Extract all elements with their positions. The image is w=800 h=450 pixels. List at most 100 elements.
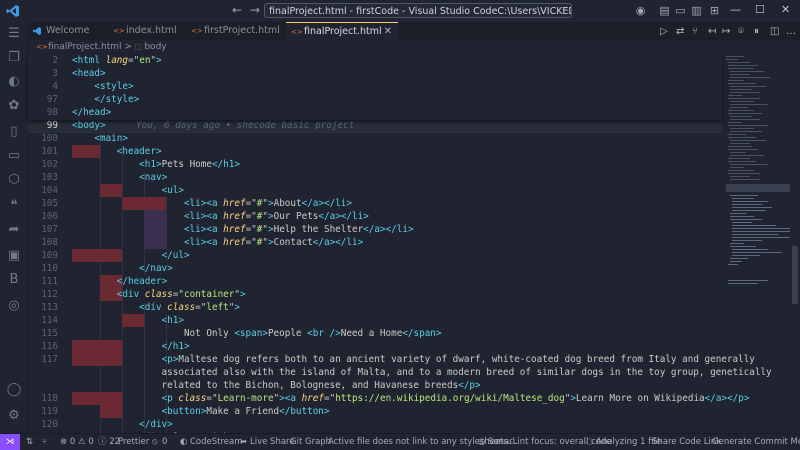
ports-icon[interactable]: ⦸ — [152, 434, 158, 450]
code-line[interactable]: 115 Not Only <span>People <br />Need a H… — [28, 327, 722, 340]
book-icon[interactable]: ▣ — [6, 248, 22, 264]
code-text: <li><a href="#">Our Pets</a></li> — [183, 211, 369, 222]
nav-forward-button[interactable]: → — [250, 3, 260, 17]
breadcrumb-separator: > — [124, 42, 132, 52]
code-line[interactable]: 109 </ul> — [28, 249, 722, 262]
code-line[interactable]: 112 <div class="container"> — [28, 288, 722, 301]
pause-icon[interactable]: ⏸ — [754, 26, 759, 37]
code-line[interactable]: 114 <h1> — [28, 314, 722, 327]
code-text: </style> — [94, 94, 140, 105]
code-line[interactable]: 101 <header> — [28, 145, 722, 158]
breadcrumb: <> finalProject.html > ⬚ body — [28, 40, 728, 54]
code-line[interactable]: 102 <h1>Pets Home</h1> — [28, 158, 722, 171]
sonarlint-icon[interactable]: ◎ — [6, 298, 22, 314]
sticky-line[interactable]: 97 </style> — [28, 93, 722, 106]
code-line[interactable]: 103 <nav> — [28, 171, 722, 184]
explorer-icon[interactable]: ❐ — [6, 50, 22, 66]
git-graph-status[interactable]: Git Graph — [290, 434, 331, 450]
sticky-line[interactable]: 98 </head> — [28, 106, 722, 119]
code-line[interactable]: 107 <li><a href="#">Help the Shelter</a>… — [28, 223, 722, 236]
nav-back-button[interactable]: ← — [232, 3, 242, 17]
toggle-sidebar-icon[interactable]: ▤ — [658, 4, 671, 17]
menu-icon[interactable]: ☰ — [6, 26, 22, 42]
minimap[interactable] — [722, 54, 790, 433]
code-line[interactable]: 106 <li><a href="#">Our Pets</a></li> — [28, 210, 722, 223]
generate-commit-message[interactable]: Generate Commit Message — [712, 434, 800, 450]
code-line[interactable]: 104 <ul> — [28, 184, 722, 197]
account-icon[interactable]: ◯ — [6, 382, 22, 398]
vertical-scrollbar[interactable] — [790, 54, 800, 433]
line-number: 103 — [41, 172, 58, 183]
bootstrap-icon[interactable]: B — [6, 272, 22, 288]
code-line[interactable]: 99 <body> You, 6 days ago • shecode basic … — [28, 119, 722, 132]
more-actions-icon[interactable]: … — [786, 26, 796, 37]
code-text: <body> — [72, 120, 106, 131]
ports-count[interactable]: 0 — [162, 434, 167, 450]
code-text: </div> — [139, 419, 173, 430]
remote-indicator-button[interactable]: ⋊ — [0, 434, 20, 450]
sync-icon[interactable]: ⇅ — [26, 434, 33, 450]
codestream-icon[interactable]: ◐ — [6, 74, 22, 90]
share-code-link[interactable]: Share Code Link — [652, 434, 721, 450]
cube-icon[interactable]: ⬡ — [6, 172, 22, 188]
code-line[interactable]: 111 </header> — [28, 275, 722, 288]
tab-welcome[interactable]: Welcome — [28, 22, 108, 40]
command-center-search[interactable]: finalProject.html - firstCode - Visual S… — [264, 3, 572, 18]
code-line[interactable]: 116 </h1> — [28, 340, 722, 353]
code-line[interactable]: 117 <p>Maltese dog refers both to an anc… — [28, 353, 755, 366]
tab-finalproject-html[interactable]: <> finalProject.html ✕ — [286, 22, 398, 40]
tab-firstproject-html[interactable]: <> firstProject.html — [186, 22, 286, 40]
errors-count[interactable]: ⊗ 0 — [60, 434, 75, 450]
split-editor-icon[interactable]: ◫ — [770, 26, 779, 37]
folder-icon[interactable]: ▭ — [6, 148, 22, 164]
branch-icon[interactable]: ⑂ — [42, 434, 47, 450]
warnings-count[interactable]: ⚠ 0 — [78, 434, 94, 450]
code-line[interactable]: related to the Bichon, Bolognese, and Ha… — [28, 379, 722, 392]
settings-gear-icon[interactable]: ⚙ — [6, 408, 22, 424]
sticky-line[interactable]: 3 <head> — [28, 67, 722, 80]
maximize-button[interactable]: ☐ — [755, 3, 765, 16]
compare-icon[interactable]: ⇄ — [676, 26, 684, 37]
close-window-button[interactable]: ✕ — [781, 3, 790, 16]
liveshare-status[interactable]: Live Share — [250, 434, 295, 450]
go-forward-icon[interactable]: ↦ — [722, 26, 730, 37]
line-number: 116 — [41, 341, 58, 352]
code-text: </header> — [116, 276, 168, 287]
bookmark-icon[interactable]: ▯ — [6, 124, 22, 140]
vscode-tab-icon — [33, 27, 41, 35]
prettier-status[interactable]: Prettier — [118, 434, 149, 450]
quote-icon[interactable]: ❝ — [6, 198, 22, 214]
toggle-secondary-sidebar-icon[interactable]: ▥ — [690, 4, 703, 17]
code-line[interactable]: associated also with the island of Malta… — [28, 366, 772, 379]
source-control-icon[interactable]: ⑂ — [692, 26, 698, 37]
line-number: 118 — [41, 393, 58, 404]
code-line[interactable]: 100 <main> — [28, 132, 722, 145]
open-changes-icon[interactable]: ⌾ — [738, 26, 744, 37]
code-line[interactable]: 108 <li><a href="#">Contact</a></li> — [28, 236, 722, 249]
sticky-line[interactable]: 4 <style> — [28, 80, 722, 93]
codestream-status[interactable]: CodeStream — [190, 434, 243, 450]
minimize-button[interactable]: — — [730, 3, 741, 16]
code-line[interactable]: 119 <button>Make a Friend</button> — [28, 405, 722, 418]
code-line[interactable]: 113 <div class="left"> — [28, 301, 722, 314]
close-tab-icon[interactable]: ✕ — [384, 23, 392, 41]
line-number: 97 — [46, 94, 58, 105]
code-line[interactable]: 120 </div> — [28, 418, 722, 431]
tab-index-html[interactable]: <> index.html — [108, 22, 186, 40]
liveshare-icon[interactable]: ➦ — [6, 222, 22, 238]
extensions-icon[interactable]: ✿ — [6, 98, 22, 114]
run-icon[interactable]: ▷ — [660, 26, 668, 37]
line-number: 110 — [41, 263, 58, 274]
breadcrumb-element[interactable]: body — [144, 42, 166, 52]
scrollbar-thumb[interactable] — [792, 246, 798, 304]
code-line[interactable]: 110 </nav> — [28, 262, 722, 275]
breadcrumb-file[interactable]: finalProject.html — [48, 42, 122, 52]
code-line[interactable]: 118 <p class="Learn-more"><a href="https… — [28, 392, 749, 405]
customize-layout-icon[interactable]: ⊞ — [708, 4, 721, 17]
toggle-panel-icon[interactable]: ▭ — [674, 4, 687, 17]
go-back-icon[interactable]: ↤ — [708, 26, 716, 37]
sticky-line[interactable]: 2 <html lang="en"> — [28, 54, 722, 67]
info-count[interactable]: ⓘ 22 — [98, 434, 120, 450]
code-line[interactable]: 105 <li><a href="#">About</a></li> — [28, 197, 722, 210]
copilot-icon[interactable]: ◉ — [634, 4, 647, 17]
